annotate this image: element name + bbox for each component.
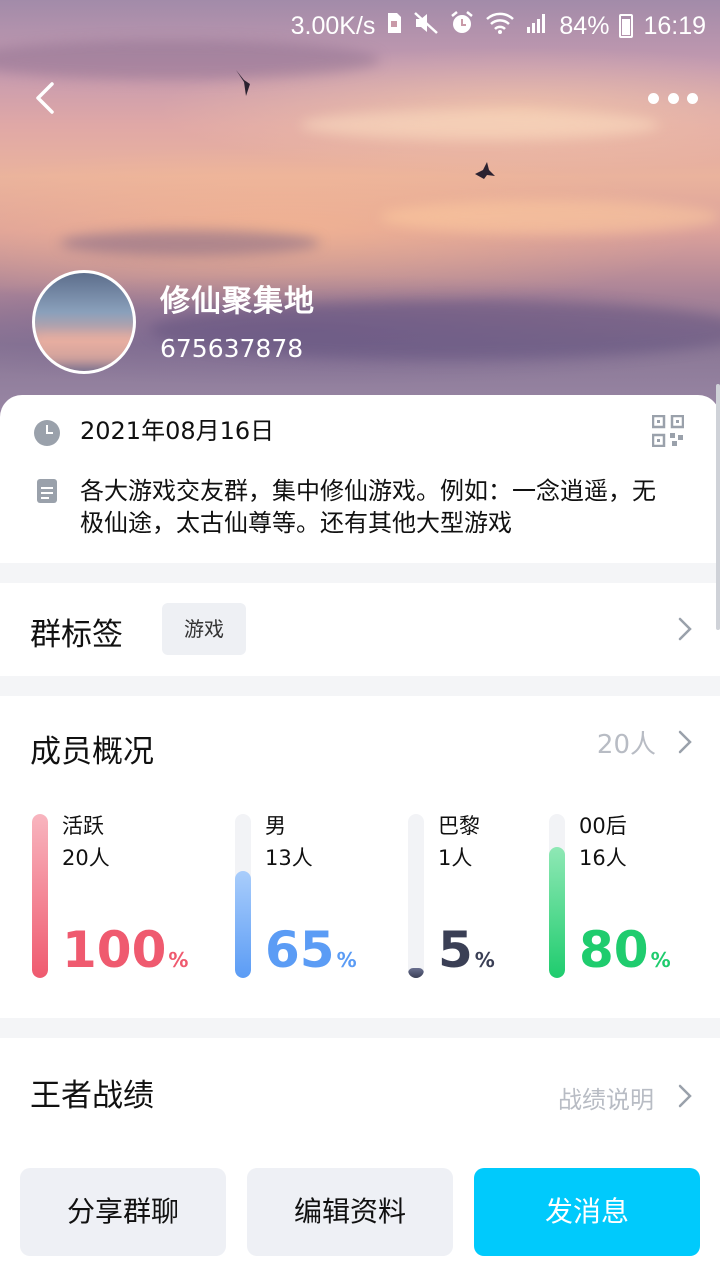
scrollbar[interactable] [716,384,720,630]
stat-percent-unit: % [650,948,671,972]
qr-code-icon[interactable] [651,414,685,448]
group-name: 修仙聚集地 [160,284,315,319]
stat-count: 1人 [438,846,473,870]
clock-icon [34,420,60,446]
chevron-right-icon [678,1084,692,1108]
tag-chip[interactable]: 游戏 [162,603,246,655]
back-button[interactable] [28,78,68,118]
stat-percent-value: 80 [579,921,649,979]
stat-bar-track [235,814,251,978]
battery-icon [619,14,634,38]
alarm-icon [449,10,475,43]
bird-icon [236,70,250,96]
battery-percent: 84% [559,11,610,40]
clock-time: 16:19 [643,11,706,40]
cloud [0,40,380,80]
stat-label: 巴黎 [438,814,480,838]
stat-bar-track [408,814,424,978]
stat-percent-value: 100 [62,921,167,979]
more-dots-icon [687,92,698,104]
created-date: 2021年08月16日 [80,417,275,445]
stat-percent-value: 65 [265,921,335,979]
created-date-row: 2021年08月16日 [34,415,274,447]
stat-count: 13人 [265,846,313,870]
stat-bar-track [32,814,48,978]
stat-count: 20人 [62,846,110,870]
network-speed: 3.00K/s [290,11,376,40]
stat-label: 00后 [579,814,627,838]
record-explanation-link[interactable]: 战绩说明 [558,1080,654,1115]
group-description: 各大游戏交友群，集中修仙游戏。例如：一念逍遥，无极仙途，太古仙尊等。还有其他大型… [80,477,656,537]
more-button[interactable] [648,86,698,110]
stat-label: 活跃 [62,814,104,838]
share-group-button[interactable]: 分享群聊 [20,1168,226,1256]
bottom-action-bar: 分享群聊 编辑资料 发消息 [0,1150,720,1280]
cloud [380,200,720,234]
member-overview-title: 成员概况 [30,734,154,770]
stat-percent-unit: % [474,948,495,972]
chevron-right-icon [678,617,692,641]
more-dots-icon [667,92,679,104]
more-dots-icon [648,92,659,104]
stat-percent: 100% [62,922,188,988]
stat-bar-fill [235,871,251,978]
cloud [300,110,660,140]
stat-percent: 5% [438,922,495,988]
stat-count: 16人 [579,846,627,870]
group-info-card: 2021年08月16日 各大游戏交友群，集中修仙游戏。例如：一念逍遥，无极仙途，… [0,395,720,563]
member-overview-card[interactable]: 成员概况 20人 活跃 20人 100% 男 13人 65% 巴黎 1人 5% … [0,696,720,1018]
group-id: 675637878 [160,334,304,363]
stat-percent-unit: % [168,948,189,972]
stat-bar-fill [408,968,424,978]
send-message-button[interactable]: 发消息 [474,1168,700,1256]
avatar-cloud [35,333,133,363]
chevron-right-icon [678,730,692,754]
signal-icon [525,11,549,42]
document-icon [37,479,57,503]
tags-title: 群标签 [30,617,123,653]
mute-icon [413,11,439,42]
game-record-title: 王者战绩 [30,1078,154,1114]
cloud [60,230,320,256]
group-tags-row[interactable]: 群标签 游戏 [0,583,720,676]
stat-bar-fill [32,814,48,978]
stat-percent: 65% [265,922,357,988]
stat-percent: 80% [579,922,671,988]
stat-percent-unit: % [336,948,357,972]
status-bar: 3.00K/s 84% 16:19 [291,8,706,44]
edit-profile-button[interactable]: 编辑资料 [247,1168,453,1256]
group-avatar[interactable] [32,270,136,374]
bird-icon [475,162,495,179]
chevron-left-icon [36,82,54,114]
stat-label: 男 [265,814,286,838]
member-total: 20人 [596,730,656,760]
stat-percent-value: 5 [438,921,473,979]
description-row: 各大游戏交友群，集中修仙游戏。例如：一念逍遥，无极仙途，太古仙尊等。还有其他大型… [34,475,660,539]
storage-icon [385,11,403,42]
group-cover-header: 3.00K/s 84% 16:19 修仙聚集地 675637878 [0,0,720,420]
stat-bar-fill [549,847,565,978]
stat-bar-track [549,814,565,978]
wifi-icon [485,11,515,42]
